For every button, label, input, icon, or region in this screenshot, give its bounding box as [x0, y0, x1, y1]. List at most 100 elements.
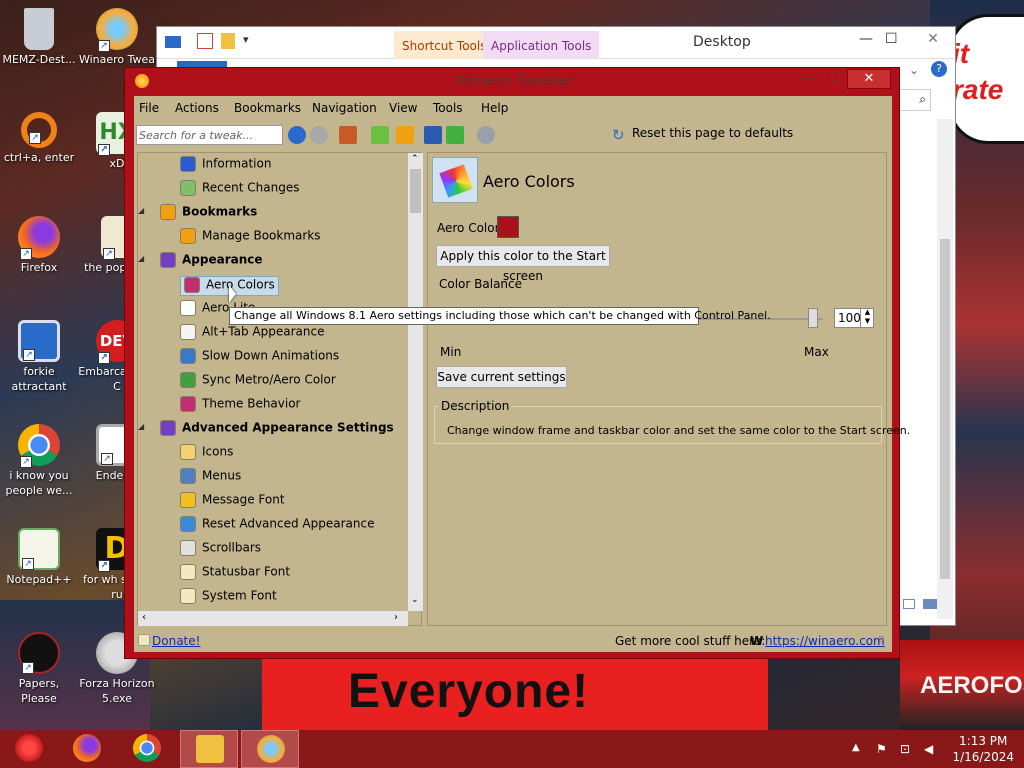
- search-input[interactable]: Search for a tweak...: [136, 125, 283, 145]
- minimize-button[interactable]: —: [859, 31, 873, 47]
- tree-expand-icon[interactable]: ◢: [138, 254, 144, 263]
- close-button[interactable]: ✕: [913, 31, 953, 47]
- reset-page-button[interactable]: ↻ Reset this page to defaults: [612, 126, 793, 144]
- desktop-icon-firefox[interactable]: ↗ Firefox: [0, 216, 78, 275]
- explorer-scrollbar[interactable]: [937, 119, 953, 619]
- tree-vertical-scrollbar[interactable]: ⌃ ⌄: [408, 153, 423, 611]
- tree-item-statusbar-font[interactable]: Statusbar Font: [180, 564, 290, 584]
- tree-item-sync-metro-aero-color[interactable]: Sync Metro/Aero Color: [180, 372, 336, 392]
- papers-icon: ↗: [18, 632, 60, 674]
- back-icon[interactable]: [288, 126, 306, 144]
- menu-bookmarks[interactable]: Bookmarks: [234, 101, 301, 115]
- home-icon[interactable]: [339, 126, 357, 144]
- explorer-scroll-thumb[interactable]: [940, 239, 950, 579]
- search-box[interactable]: ⌕: [897, 89, 931, 111]
- folder-icon[interactable]: [221, 33, 235, 49]
- desktop-icon-winaero[interactable]: ↗ Winaero Twea: [78, 8, 156, 67]
- tray-expand-icon[interactable]: ▲: [852, 742, 860, 753]
- help-icon[interactable]: ?: [931, 61, 947, 77]
- quick-access-dropdown-icon[interactable]: ▾: [243, 33, 249, 46]
- large-icons-view-icon[interactable]: [923, 599, 937, 609]
- tree-item-label: Aero Colors: [206, 277, 275, 292]
- save-settings-button[interactable]: Save current settings: [436, 366, 567, 388]
- scroll-right-icon[interactable]: ›: [394, 612, 398, 623]
- page-title: Aero Colors: [483, 172, 575, 191]
- clock-date: 1/16/2024: [952, 750, 1014, 764]
- maximize-button[interactable]: ☐: [829, 71, 841, 86]
- tree-horizontal-scrollbar[interactable]: ‹ ›: [138, 611, 408, 626]
- taskbar-app-firefox[interactable]: [58, 730, 116, 768]
- manage-bookmarks-icon: [180, 228, 196, 244]
- minimize-button[interactable]: —: [801, 71, 814, 86]
- volume-muted-icon[interactable]: ◀: [924, 742, 933, 756]
- system-clock[interactable]: 1:13 PM 1/16/2024: [952, 733, 1014, 765]
- desktop-icon-forkie[interactable]: ↗ forkie attractant: [0, 320, 78, 394]
- menu-file[interactable]: File: [139, 101, 159, 115]
- desktop-icon-papers[interactable]: ↗ Papers, Please: [0, 632, 78, 706]
- desktop-icon-chrome[interactable]: ↗ i know you people we...: [0, 424, 78, 498]
- menu-view[interactable]: View: [389, 101, 417, 115]
- winaero-window[interactable]: Winaero Tweaker — ☐ ✕ File Actions Bookm…: [124, 67, 910, 659]
- color-balance-slider-thumb[interactable]: [808, 308, 818, 328]
- donate-link[interactable]: Donate!: [152, 634, 200, 648]
- tab-application-tools[interactable]: Application Tools: [483, 31, 600, 59]
- explorer-titlebar[interactable]: ▾ Shortcut Tools Application Tools Deskt…: [157, 27, 955, 59]
- tree-scroll-thumb[interactable]: [410, 169, 421, 213]
- tree-expand-icon[interactable]: ◢: [138, 422, 144, 431]
- tree-item-bookmarks[interactable]: ◢ Bookmarks: [138, 204, 257, 224]
- tree-item-menus[interactable]: Menus: [180, 468, 241, 488]
- tab-shortcut-tools[interactable]: Shortcut Tools: [394, 31, 495, 59]
- tree-item-theme-behavior[interactable]: Theme Behavior: [180, 396, 301, 416]
- tree-item-system-font[interactable]: System Font: [180, 588, 277, 608]
- aero-color-swatch[interactable]: [497, 216, 519, 238]
- tree-item-slow-down-animations[interactable]: Slow Down Animations: [180, 348, 339, 368]
- desktop-icon-memz[interactable]: MEMZ-Dest...: [0, 8, 78, 67]
- scroll-left-icon[interactable]: ‹: [142, 612, 146, 623]
- start-button[interactable]: [0, 730, 58, 768]
- description-label: Description: [439, 399, 512, 413]
- action-center-flag-icon[interactable]: ⚑: [876, 742, 887, 756]
- tree-item-manage-bookmarks[interactable]: Manage Bookmarks: [180, 228, 321, 248]
- desktop-icon-notepadpp[interactable]: ↗ Notepad++: [0, 528, 78, 587]
- taskbar-app-chrome[interactable]: [118, 730, 176, 768]
- color-balance-stepper[interactable]: ▲ ▼: [860, 308, 874, 328]
- tree-item-recent-changes[interactable]: Recent Changes: [180, 180, 299, 200]
- settings-gear-icon[interactable]: [477, 126, 495, 144]
- details-view-icon[interactable]: [903, 599, 915, 609]
- maximize-button[interactable]: ☐: [885, 31, 898, 47]
- forward-icon[interactable]: [310, 126, 328, 144]
- resize-grip-icon[interactable]: ⠿: [878, 636, 885, 646]
- menu-tools[interactable]: Tools: [433, 101, 463, 115]
- ribbon-collapse-icon[interactable]: ⌄: [909, 63, 919, 77]
- tree-expand-icon[interactable]: ◢: [138, 206, 144, 215]
- tree-item-appearance[interactable]: ◢ Appearance: [138, 252, 263, 272]
- tweaks-tree[interactable]: Information Recent Changes ◢ Bookmarks Manag…: [137, 152, 423, 626]
- scroll-down-icon[interactable]: ⌄: [411, 595, 419, 605]
- winaero-titlebar[interactable]: Winaero Tweaker — ☐ ✕: [125, 68, 899, 94]
- apply-start-screen-button[interactable]: Apply this color to the Start screen: [436, 245, 610, 283]
- bookmarks-star-icon[interactable]: [396, 126, 414, 144]
- tree-item-scrollbars[interactable]: Scrollbars: [180, 540, 261, 560]
- tree-item-reset-advanced-appearance[interactable]: Reset Advanced Appearance: [180, 516, 374, 536]
- taskbar-app-explorer[interactable]: [180, 730, 238, 768]
- tree-item-advanced-appearance-settings[interactable]: ◢ Advanced Appearance Settings: [138, 420, 394, 440]
- desktop-icon-ctrl-a[interactable]: ↗ ctrl+a, enter: [0, 112, 78, 165]
- tree-item-alt-tab-appearance[interactable]: Alt+Tab Appearance: [180, 324, 324, 344]
- tree-item-message-font[interactable]: Message Font: [180, 492, 285, 512]
- apply-check-icon[interactable]: [446, 126, 464, 144]
- tree-item-icons[interactable]: Icons: [180, 444, 233, 464]
- add-bookmark-icon[interactable]: [371, 126, 389, 144]
- menu-actions[interactable]: Actions: [175, 101, 219, 115]
- scroll-up-icon[interactable]: ⌃: [411, 154, 419, 164]
- winaero-url-link[interactable]: https://winaero.com: [765, 634, 885, 648]
- menu-navigation[interactable]: Navigation: [312, 101, 377, 115]
- description-box: Description Change window frame and task…: [434, 399, 910, 444]
- shortcut-icon[interactable]: [424, 126, 442, 144]
- tree-item-label: Alt+Tab Appearance: [202, 324, 325, 339]
- menu-help[interactable]: Help: [481, 101, 508, 115]
- tree-item-information[interactable]: Information: [180, 156, 271, 176]
- properties-icon[interactable]: [197, 33, 213, 49]
- close-button[interactable]: ✕: [847, 69, 891, 89]
- taskbar-app-winaero[interactable]: [241, 730, 299, 768]
- network-icon[interactable]: ⊡: [900, 742, 910, 756]
